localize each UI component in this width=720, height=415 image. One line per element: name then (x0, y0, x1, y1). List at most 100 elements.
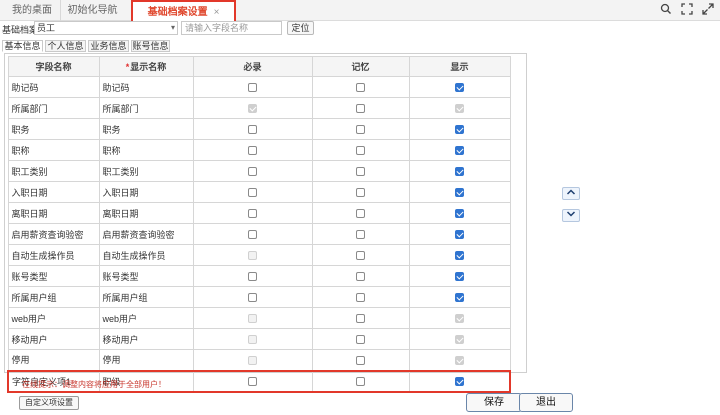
table-row: 职工类别 职工类别 (7, 160, 511, 182)
expand-icon[interactable] (701, 3, 715, 17)
tab-basic-info[interactable]: 基本信息 (2, 40, 43, 52)
field-name-cell: 所属部门 (7, 97, 100, 119)
table-row: 移动用户 移动用户 (7, 328, 511, 350)
tab-business-info[interactable]: 业务信息 (88, 40, 129, 52)
required-checkbox (248, 251, 257, 261)
search-icon[interactable] (659, 3, 673, 17)
field-name-cell: web用户 (7, 307, 100, 329)
archive-select-value: 员工 (37, 23, 56, 33)
display-name-cell: 所属部门 (98, 97, 194, 119)
required-checkbox[interactable] (248, 272, 257, 282)
close-tab-icon[interactable]: × (214, 7, 220, 18)
archive-select[interactable]: 员工 ▾ (34, 21, 178, 35)
show-cell (408, 223, 511, 245)
locate-button[interactable]: 定位 (287, 21, 314, 35)
display-name-cell: 离职日期 (98, 202, 194, 224)
table-row: 所属部门 所属部门 (7, 97, 511, 119)
remember-checkbox[interactable] (356, 146, 365, 156)
show-checkbox (455, 355, 464, 365)
show-cell (408, 265, 511, 287)
required-cell (192, 349, 313, 371)
tab-account-info[interactable]: 账号信息 (131, 40, 170, 52)
remember-checkbox[interactable] (356, 355, 365, 365)
remember-checkbox[interactable] (356, 167, 365, 177)
required-checkbox[interactable] (248, 209, 257, 219)
table-row: 停用 停用 (7, 349, 511, 371)
required-checkbox[interactable] (248, 146, 257, 156)
remember-checkbox[interactable] (356, 293, 365, 303)
required-checkbox[interactable] (248, 293, 257, 303)
show-checkbox[interactable] (455, 293, 464, 303)
show-checkbox[interactable] (455, 167, 464, 177)
table-header-row: 字段名称 *显示名称 必录 记忆 显示 (7, 56, 511, 77)
show-checkbox[interactable] (455, 209, 464, 219)
show-checkbox[interactable] (455, 251, 464, 261)
chevron-down-icon (566, 211, 576, 217)
required-checkbox[interactable] (248, 125, 257, 135)
show-checkbox[interactable] (454, 377, 464, 387)
required-cell (192, 244, 313, 266)
show-checkbox[interactable] (455, 83, 464, 93)
field-name-cell: 停用 (7, 349, 100, 371)
tab-personal-info[interactable]: 个人信息 (45, 40, 86, 52)
header-field-name: 字段名称 (7, 56, 100, 77)
custom-field-settings-button[interactable]: 自定义项设置 (19, 396, 79, 410)
remember-cell (311, 181, 410, 203)
show-cell (408, 349, 511, 371)
remember-checkbox[interactable] (356, 272, 365, 282)
remember-checkbox[interactable] (356, 377, 365, 387)
remember-checkbox[interactable] (356, 251, 365, 261)
remember-checkbox[interactable] (356, 83, 365, 93)
required-cell (192, 97, 313, 119)
header-remember: 记忆 (311, 56, 410, 77)
move-up-button[interactable] (562, 187, 580, 200)
show-checkbox[interactable] (455, 146, 464, 156)
tab-my-desktop[interactable]: 我的桌面 (4, 0, 60, 21)
tab-basic-archive-settings[interactable]: 基础档案设置 × (131, 0, 236, 22)
header-display-name: *显示名称 (98, 56, 194, 77)
display-name-cell: web用户 (98, 307, 194, 329)
exit-button[interactable]: 退出 (519, 393, 573, 412)
required-cell (192, 202, 313, 224)
save-button[interactable]: 保存 (466, 393, 522, 412)
required-checkbox (248, 104, 257, 114)
required-checkbox[interactable] (248, 83, 257, 93)
remember-checkbox[interactable] (356, 335, 365, 345)
remember-checkbox[interactable] (356, 314, 365, 324)
field-name-cell: 账号类型 (7, 265, 100, 287)
remember-checkbox[interactable] (356, 125, 365, 135)
required-checkbox[interactable] (248, 167, 257, 177)
show-checkbox[interactable] (455, 230, 464, 240)
display-name-cell: 移动用户 (98, 328, 194, 350)
required-checkbox[interactable] (248, 377, 257, 387)
required-marker: * (125, 62, 130, 72)
display-name-cell: 助记码 (98, 76, 194, 98)
required-cell (192, 181, 313, 203)
tab-init-nav[interactable]: 初始化导航 (60, 0, 124, 21)
show-checkbox[interactable] (455, 272, 464, 282)
tab-bar: 我的桌面 初始化导航 基础档案设置 × (0, 0, 720, 22)
required-cell (192, 328, 313, 350)
show-checkbox (455, 104, 464, 114)
table-row: web用户 web用户 (7, 307, 511, 329)
show-checkbox[interactable] (455, 188, 464, 198)
show-cell (408, 181, 511, 203)
field-search-input[interactable]: 请输入字段名称 (181, 21, 282, 35)
required-checkbox[interactable] (248, 188, 257, 198)
remember-cell (311, 118, 410, 140)
show-checkbox[interactable] (455, 125, 464, 135)
remember-cell (311, 202, 410, 224)
show-cell (408, 244, 511, 266)
remember-checkbox[interactable] (356, 209, 365, 219)
remember-cell (311, 369, 410, 393)
remember-checkbox[interactable] (356, 188, 365, 198)
required-cell (192, 286, 313, 308)
remember-checkbox[interactable] (356, 230, 365, 240)
remember-checkbox[interactable] (356, 104, 365, 114)
remember-cell (311, 265, 410, 287)
move-down-button[interactable] (562, 209, 580, 222)
maximize-icon[interactable] (680, 3, 694, 17)
required-checkbox (248, 355, 257, 365)
required-checkbox[interactable] (248, 230, 257, 240)
field-name-cell: 职务 (7, 118, 100, 140)
